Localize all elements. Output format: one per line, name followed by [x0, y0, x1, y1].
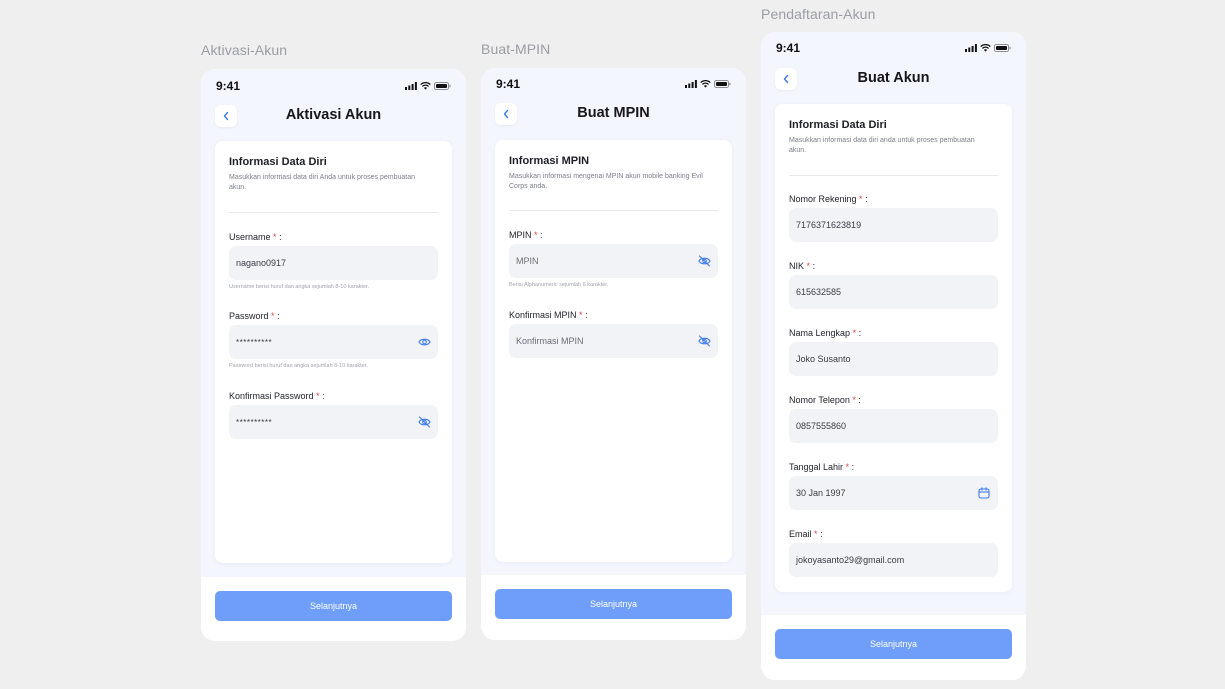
page-title: Aktivasi Akun — [285, 107, 382, 123]
email-value: jokoyasanto29@gmail.com — [796, 555, 905, 565]
frame-label-mpin: Buat-MPIN — [481, 41, 551, 57]
nik-value: 615632585 — [796, 287, 842, 297]
form-card: Informasi Data Diri Masukkan informasi d… — [215, 141, 452, 563]
next-button[interactable]: Selanjutnya — [215, 591, 452, 621]
nomor-telepon-value: 0857555860 — [796, 421, 847, 431]
nomor-rekening-value: 7176371623819 — [796, 220, 862, 230]
signal-icon — [685, 80, 697, 88]
confirm-mpin-placeholder: Konfirmasi MPIN — [516, 336, 584, 346]
page-title: Buat MPIN — [577, 105, 650, 121]
email-label: Email * : — [789, 529, 823, 539]
eye-icon[interactable] — [417, 335, 431, 349]
nama-lengkap-value: Joko Susanto — [796, 354, 851, 364]
header: Buat MPIN — [481, 103, 746, 127]
confirm-password-value: ********** — [236, 417, 273, 427]
header: Buat Akun — [761, 68, 1026, 92]
nomor-telepon-field[interactable]: 0857555860 — [789, 409, 998, 443]
next-button[interactable]: Selanjutnya — [775, 629, 1012, 659]
form-card: Informasi MPIN Masukkan informasi mengen… — [495, 140, 732, 562]
phone-buat-akun: 9:41 Buat Akun Informasi Data Diri Masuk… — [761, 32, 1026, 680]
signal-icon — [965, 44, 977, 52]
bottom-bar: Selanjutnya — [481, 575, 746, 640]
bottom-bar: Selanjutnya — [761, 615, 1026, 680]
card-description: Masukkan informasi data diri Anda untuk … — [229, 174, 415, 191]
status-bar: 9:41 — [761, 33, 1026, 63]
status-time: 9:41 — [216, 79, 241, 93]
battery-icon — [994, 44, 1011, 52]
username-label: Username * : — [229, 232, 282, 242]
wifi-icon — [420, 82, 431, 90]
username-hint: Username berisi huruf dan angka sejumlah… — [229, 284, 370, 290]
mpin-field[interactable]: MPIN — [509, 244, 718, 278]
phone-buat-mpin: 9:41 Buat MPIN Informasi MPIN Masukkan i… — [481, 68, 746, 640]
wifi-icon — [980, 44, 991, 52]
card-description: Masukkan informasi mengenai MPIN akun mo… — [509, 173, 703, 190]
divider — [229, 212, 438, 213]
tanggal-lahir-field[interactable]: 30 Jan 1997 — [789, 476, 998, 510]
eye-off-icon[interactable] — [697, 254, 711, 268]
status-bar: 9:41 — [481, 69, 746, 99]
confirm-mpin-label: Konfirmasi MPIN * : — [509, 310, 588, 320]
frame-label-pendaftaran: Pendaftaran-Akun — [761, 6, 876, 22]
battery-icon — [434, 82, 451, 90]
nik-field[interactable]: 615632585 — [789, 275, 998, 309]
signal-icon — [405, 82, 417, 90]
status-time: 9:41 — [496, 77, 521, 91]
card-title: Informasi Data Diri — [789, 119, 887, 131]
nik-label: NIK * : — [789, 261, 816, 271]
username-field[interactable]: nagano0917 — [229, 246, 438, 280]
form-card: Informasi Data Diri Masukkan informasi d… — [775, 104, 1012, 592]
battery-icon — [714, 80, 731, 88]
tanggal-lahir-label: Tanggal Lahir * : — [789, 462, 855, 472]
wifi-icon — [700, 80, 711, 88]
next-button[interactable]: Selanjutnya — [495, 589, 732, 619]
password-field[interactable]: ********** — [229, 325, 438, 359]
confirm-password-field[interactable]: ********** — [229, 405, 438, 439]
card-title: Informasi Data Diri — [229, 156, 327, 168]
password-hint: Password berisi huruf dan angka sejumlah… — [229, 363, 368, 369]
divider — [789, 175, 998, 176]
nama-lengkap-field[interactable]: Joko Susanto — [789, 342, 998, 376]
mpin-label: MPIN * : — [509, 230, 543, 240]
status-icons — [685, 80, 731, 88]
nomor-rekening-label: Nomor Rekening * : — [789, 194, 868, 204]
username-value: nagano0917 — [236, 258, 287, 268]
card-description: Masukkan informasi data diri anda untuk … — [789, 137, 975, 154]
password-value: ********** — [236, 337, 273, 347]
confirm-password-label: Konfirmasi Password * : — [229, 391, 325, 401]
status-bar: 9:41 — [201, 71, 466, 101]
nama-lengkap-label: Nama Lengkap * : — [789, 328, 862, 338]
status-time: 9:41 — [776, 41, 801, 55]
eye-off-icon[interactable] — [697, 334, 711, 348]
bottom-bar: Selanjutnya — [201, 577, 466, 641]
frame-label-aktivasi: Aktivasi-Akun — [201, 42, 288, 58]
password-label: Password * : — [229, 311, 280, 321]
mpin-placeholder: MPIN — [516, 256, 539, 266]
nomor-rekening-field[interactable]: 7176371623819 — [789, 208, 998, 242]
eye-off-icon[interactable] — [417, 415, 431, 429]
header: Aktivasi Akun — [201, 105, 466, 129]
page-title: Buat Akun — [857, 70, 930, 86]
tanggal-lahir-value: 30 Jan 1997 — [796, 488, 846, 498]
mpin-hint: Berisi Alphanumeric sejumlah 6 karakter. — [509, 282, 609, 288]
status-icons — [405, 82, 451, 90]
confirm-mpin-field[interactable]: Konfirmasi MPIN — [509, 324, 718, 358]
card-title: Informasi MPIN — [509, 155, 590, 167]
phone-aktivasi-akun: 9:41 Aktivasi Akun Informasi Data Diri M… — [201, 69, 466, 641]
email-field[interactable]: jokoyasanto29@gmail.com — [789, 543, 998, 577]
nomor-telepon-label: Nomor Telepon * : — [789, 395, 861, 405]
status-icons — [965, 44, 1011, 52]
calendar-icon[interactable] — [977, 486, 991, 500]
divider — [509, 210, 718, 211]
